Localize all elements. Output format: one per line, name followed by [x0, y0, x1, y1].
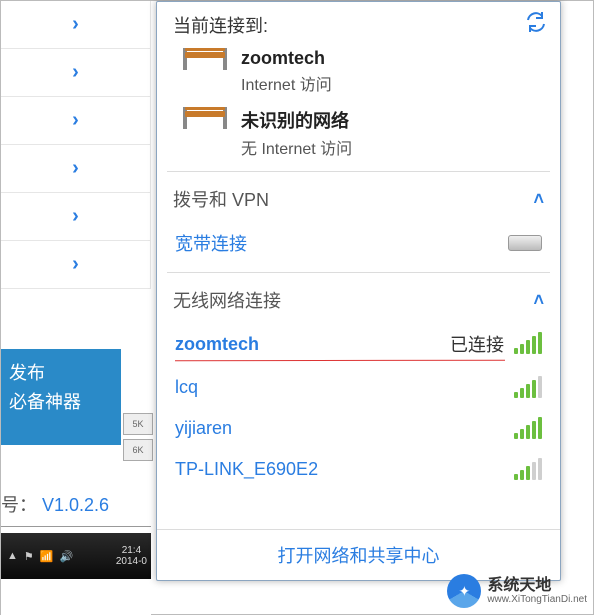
chevron-right-icon: ›	[72, 157, 79, 180]
chevron-up-icon: ˄	[533, 189, 544, 210]
signal-icon	[514, 378, 542, 398]
annotation-underline	[175, 360, 505, 362]
separator	[1, 526, 151, 527]
promo-block: 发布 必备神器	[1, 349, 121, 445]
flyout-header: 当前连接到:	[157, 2, 560, 42]
broadband-label: 宽带连接	[175, 230, 247, 256]
promo-line1: 发布	[9, 359, 113, 388]
left-list-item[interactable]: ›	[1, 97, 151, 145]
chevron-right-icon: ›	[72, 109, 79, 132]
left-background-panel: › › › › › ›	[1, 1, 151, 616]
modem-icon	[508, 235, 542, 251]
flyout-footer: 打开网络和共享中心	[157, 529, 560, 580]
section-label: 拨号和 VPN	[173, 186, 269, 212]
refresh-icon[interactable]	[524, 10, 548, 34]
chevron-right-icon: ›	[72, 205, 79, 228]
watermark-text: 系统天地 www.XiTongTianDi.net	[487, 577, 587, 606]
left-list-item[interactable]: ›	[1, 241, 151, 289]
signal-icon	[514, 419, 542, 439]
thumb-item[interactable]: 5K	[123, 413, 153, 435]
watermark: ✦ 系统天地 www.XiTongTianDi.net	[447, 574, 587, 608]
wifi-name: yijiaren	[175, 418, 232, 439]
chevron-right-icon: ›	[72, 253, 79, 276]
left-list-item[interactable]: ›	[1, 1, 151, 49]
tray-icons: ▲ ⚑ 📶 🔊	[7, 550, 73, 563]
clock-time: 21:4	[116, 545, 147, 556]
connection-name: 未识别的网络	[241, 107, 352, 133]
section-label: 无线网络连接	[173, 287, 281, 313]
divider	[167, 272, 550, 273]
version-number: V1.0.2.6	[42, 495, 109, 515]
dial-vpn-section[interactable]: 拨号和 VPN ˄	[157, 178, 560, 220]
chevron-right-icon: ›	[72, 61, 79, 84]
tray-up-icon[interactable]: ▲	[7, 550, 18, 563]
tray-volume-icon[interactable]: 🔊	[59, 550, 73, 563]
left-list-item[interactable]: ›	[1, 145, 151, 193]
wifi-section[interactable]: 无线网络连接 ˄	[157, 279, 560, 321]
divider	[167, 171, 550, 172]
clock-date: 2014-0	[116, 556, 147, 567]
thumb-item[interactable]: 6K	[123, 439, 153, 461]
wifi-name: zoomtech	[175, 334, 259, 355]
wifi-name: TP-LINK_E690E2	[175, 459, 318, 480]
watermark-logo-icon: ✦	[447, 574, 481, 608]
wifi-name: lcq	[175, 377, 198, 398]
connection-status: Internet 访问	[241, 71, 332, 95]
side-thumbnails: 5K 6K	[123, 413, 153, 465]
wifi-item-tplink[interactable]: TP-LINK_E690E2	[157, 449, 560, 490]
version-prefix: 号：	[1, 495, 37, 515]
connection-text: zoomtech Internet 访问	[241, 48, 332, 95]
left-list-item[interactable]: ›	[1, 193, 151, 241]
wifi-item-yijiaren[interactable]: yijiaren	[157, 408, 560, 449]
wifi-item-zoomtech[interactable]: zoomtech 已连接	[157, 321, 560, 367]
signal-icon	[514, 460, 542, 480]
tray-network-icon[interactable]: 📶	[40, 550, 54, 563]
flyout-title: 当前连接到:	[173, 16, 268, 36]
watermark-url: www.XiTongTianDi.net	[487, 594, 587, 605]
connection-text: 未识别的网络 无 Internet 访问	[241, 107, 352, 159]
tray-flag-icon[interactable]: ⚑	[24, 550, 34, 563]
connection-name: zoomtech	[241, 48, 332, 69]
wifi-item-lcq[interactable]: lcq	[157, 367, 560, 408]
chevron-right-icon: ›	[72, 13, 79, 36]
bench-icon	[183, 107, 227, 135]
current-connection: zoomtech Internet 访问	[157, 42, 560, 101]
watermark-title: 系统天地	[487, 577, 587, 595]
broadband-row[interactable]: 宽带连接	[157, 220, 560, 266]
chevron-up-icon: ˄	[533, 290, 544, 311]
open-network-center-link[interactable]: 打开网络和共享中心	[278, 546, 440, 566]
version-row: 号： V1.0.2.6	[1, 491, 109, 517]
promo-line2: 必备神器	[9, 388, 113, 417]
connection-status: 无 Internet 访问	[241, 135, 352, 159]
network-flyout: 当前连接到: zoomtech Internet 访问 未识别的网络 无 Int…	[156, 1, 561, 581]
taskbar[interactable]: ▲ ⚑ 📶 🔊 21:4 2014-0	[1, 533, 151, 579]
taskbar-clock[interactable]: 21:4 2014-0	[116, 545, 151, 567]
left-list-item[interactable]: ›	[1, 49, 151, 97]
signal-icon	[514, 334, 542, 354]
current-connection: 未识别的网络 无 Internet 访问	[157, 101, 560, 165]
bench-icon	[183, 48, 227, 76]
wifi-status: 已连接	[450, 331, 504, 357]
